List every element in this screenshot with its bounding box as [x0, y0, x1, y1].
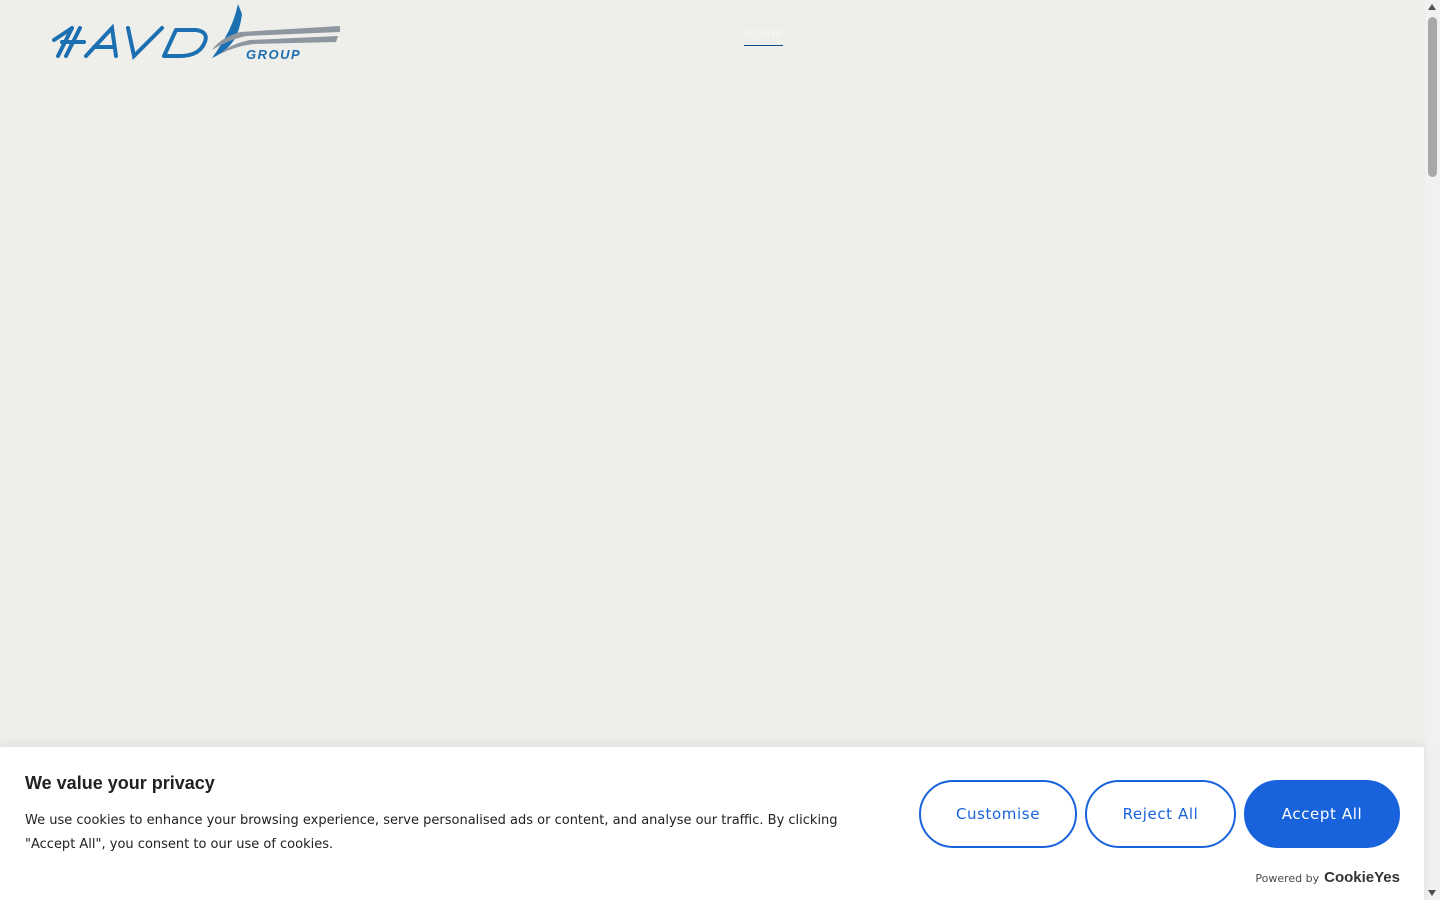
accept-all-button[interactable]: Accept All — [1244, 780, 1400, 848]
nav-home-link[interactable]: Home — [744, 24, 784, 46]
havd-group-logo[interactable]: GROUP — [50, 2, 342, 62]
vertical-scrollbar[interactable] — [1425, 0, 1440, 900]
scroll-down-arrow-icon[interactable] — [1428, 890, 1436, 896]
cookie-consent-banner: We value your privacy We use cookies to … — [0, 746, 1424, 900]
cookieyes-brand[interactable]: CookieYes — [1324, 869, 1400, 886]
reject-all-button[interactable]: Reject All — [1085, 780, 1236, 848]
customise-button[interactable]: Customise — [919, 780, 1077, 848]
cookie-banner-title: We value your privacy — [25, 773, 215, 793]
scroll-up-arrow-icon[interactable] — [1428, 4, 1436, 10]
cookie-banner-description: We use cookies to enhance your browsing … — [25, 813, 838, 852]
powered-by-label: Powered by — [1255, 872, 1320, 885]
scrollbar-thumb[interactable] — [1428, 17, 1437, 177]
svg-text:GROUP: GROUP — [246, 47, 301, 62]
powered-by-attribution: Powered by CookieYes — [1255, 869, 1400, 886]
